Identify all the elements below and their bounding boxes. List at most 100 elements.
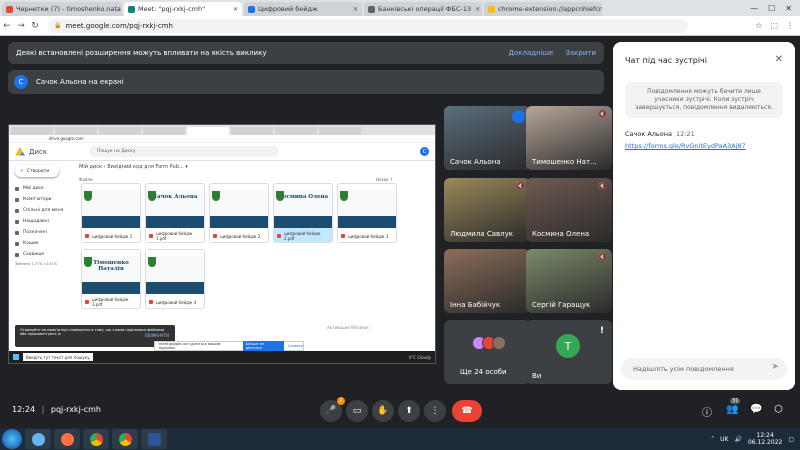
presenter-avatar: С xyxy=(14,75,28,89)
tab-label: chrome-extension://appcnhiefcnli xyxy=(498,5,602,13)
windows-activation-text: Активация Windows xyxy=(327,325,369,330)
participant-tile[interactable]: 🔇 Сергій Гаращук xyxy=(526,249,612,313)
chat-message-header: Сачок Альона 12:21 xyxy=(625,130,695,138)
file-caption: цифровий бейдж 2.pdf xyxy=(284,231,321,241)
reload-icon[interactable]: ↻ xyxy=(28,21,42,31)
meeting-time: 12:24 xyxy=(12,405,36,414)
taskbar-app-chrome-2[interactable] xyxy=(112,429,138,449)
drive-logo-icon xyxy=(15,147,25,156)
browser-tab[interactable]: Meet: "pqj-rxkj-cmh" ✕ xyxy=(124,2,242,16)
menu-icon[interactable]: ⋮ xyxy=(786,21,794,30)
participant-tile[interactable]: 🔇 Людмила Савлук xyxy=(444,178,530,242)
drive-sidebar: + Створити Мій диск Комп'ютери Спільні для … xyxy=(9,161,75,351)
banner-text: Деякі встановлені розширення можуть впли… xyxy=(16,49,267,57)
people-icon[interactable]: 👥 31 xyxy=(726,398,741,415)
tray-arrow-icon[interactable]: ˄ xyxy=(711,436,714,443)
forward-icon[interactable]: → xyxy=(14,21,28,31)
raise-hand-button[interactable]: ✋ xyxy=(372,400,394,422)
drive-user-avatar: С xyxy=(420,147,429,156)
drive-file-card: цифровий бейдж 3 xyxy=(337,183,397,243)
tab-label: Чернетки (7) - timoshenko.nata xyxy=(16,5,121,13)
camera-button[interactable]: ▭ xyxy=(346,400,368,422)
start-button[interactable] xyxy=(2,429,22,449)
more-options-button[interactable]: ⋮ xyxy=(424,400,446,422)
meeting-controls: 12:24 | pqj-rxkj-cmh 🎤 2 ▭ ✋ ⬆ ⋮ ☎ ⓘ 👥 31… xyxy=(0,396,800,426)
tab-close-icon[interactable]: ✕ xyxy=(229,6,238,13)
participant-name: Людмила Савлук xyxy=(450,230,513,238)
info-icon[interactable]: ⓘ xyxy=(702,404,712,419)
clock[interactable]: 12:24 06.12.2022 xyxy=(748,432,782,446)
mic-off-icon: 🔇 xyxy=(598,253,607,261)
shared-address-bar: drive.google.com xyxy=(9,135,435,143)
meeting-code: pqj-rxkj-cmh xyxy=(50,405,101,414)
chat-notice: Повідомлення можуть бачити лише учасники… xyxy=(625,82,783,118)
self-name: Ви xyxy=(532,372,542,380)
present-button[interactable]: ⬆ xyxy=(398,400,420,422)
taskbar-app-edge[interactable] xyxy=(25,429,51,449)
send-icon[interactable]: ➤ xyxy=(771,362,779,372)
self-avatar: Т xyxy=(556,334,580,358)
tab-close-icon[interactable]: ✕ xyxy=(121,6,122,13)
meeting-info: 12:24 | pqj-rxkj-cmh xyxy=(12,405,101,414)
back-icon[interactable]: ← xyxy=(0,21,14,31)
mic-icon: 🎤 xyxy=(325,406,337,416)
drive-files-header: Файли xyxy=(79,177,93,182)
others-tile[interactable]: Ще 24 особи xyxy=(444,320,530,384)
drive-sidebar-item: Кошик xyxy=(9,238,75,249)
url-text: meet.google.com/pqj-rxkj-cmh xyxy=(65,21,173,30)
others-avatars xyxy=(472,336,506,350)
drive-sidebar-item: Сховище xyxy=(9,249,75,260)
participant-name: Сачок Альона xyxy=(450,158,501,166)
leave-call-button[interactable]: ☎ xyxy=(452,400,482,422)
minimize-icon[interactable]: — xyxy=(750,4,758,13)
chat-icon[interactable]: 💬 xyxy=(750,404,762,415)
chat-message-input[interactable]: Надішліть усім повідомлення ➤ xyxy=(621,358,787,380)
others-label: Ще 24 особи xyxy=(460,368,507,376)
hangup-icon: ☎ xyxy=(461,406,473,416)
speaking-icon xyxy=(512,110,525,123)
taskbar-app-word[interactable] xyxy=(141,429,167,449)
browser-tab[interactable]: Банківські операції ФБС-13 ✕ xyxy=(364,2,482,16)
chat-panel: Чат під час зустрічі ✕ Повідомлення можу… xyxy=(613,42,795,390)
participant-tile[interactable]: 🔇 Космина Олена xyxy=(526,178,612,242)
extensions-icon[interactable]: ⬚ xyxy=(770,21,778,30)
participant-tile[interactable]: Сачок Альона xyxy=(444,106,530,170)
drive-breadcrumb: Мій диск › Вихідний код для Form Pub... … xyxy=(79,164,188,170)
notifications-icon[interactable]: ▢ xyxy=(788,436,794,443)
star-icon[interactable]: ☆ xyxy=(755,21,762,30)
url-field[interactable]: 🔒 meet.google.com/pqj-rxkj-cmh xyxy=(48,18,688,33)
volume-icon[interactable]: 🔊 xyxy=(734,436,741,443)
tab-favicon-icon xyxy=(248,5,255,13)
banner-details-link[interactable]: Докладніше xyxy=(509,49,554,57)
mic-off-icon: 🔇 xyxy=(516,182,525,190)
drive-sidebar-item: Нещодавні xyxy=(9,216,75,227)
presenter-text: Сачок Альона на екрані xyxy=(36,78,124,86)
tab-close-icon[interactable]: ✕ xyxy=(471,6,480,13)
participant-name: Сергій Гаращук xyxy=(532,301,591,309)
drive-sidebar-item: Позначені xyxy=(9,227,75,238)
taskbar-app-yandex[interactable] xyxy=(54,429,80,449)
language-indicator[interactable]: UK xyxy=(720,436,728,443)
taskbar-app-chrome[interactable] xyxy=(83,429,109,449)
maximize-icon[interactable]: ☐ xyxy=(768,4,775,13)
more-icon: ⋮ xyxy=(430,406,440,416)
tab-close-icon[interactable]: ✕ xyxy=(349,6,358,13)
self-tile[interactable]: ! Т Ви xyxy=(526,320,612,384)
drive-search-input: Пошук на Диску xyxy=(89,146,279,157)
browser-tab[interactable]: Чернетки (7) - timoshenko.nata✕ xyxy=(2,2,122,16)
browser-tab[interactable]: Цифровий бейдж ✕ xyxy=(244,2,362,16)
participant-tile[interactable]: Інна Бабійчук xyxy=(444,249,530,313)
activities-icon[interactable]: ⬡ xyxy=(774,404,783,415)
drive-file-card: цифровий бейдж 4 xyxy=(145,249,205,309)
participant-count: 31 xyxy=(730,398,741,404)
close-window-icon[interactable]: ✕ xyxy=(785,4,792,13)
mic-button[interactable]: 🎤 2 xyxy=(320,397,345,422)
chat-message-link[interactable]: https://forms.gle/RvGnitEydPaA3Aj87 xyxy=(625,142,746,150)
drive-file-card: цифровий бейдж 2 xyxy=(209,183,269,243)
participant-tile[interactable]: 🔇 Тимошенко Нат... xyxy=(526,106,612,170)
tab-label: Meet: "pqj-rxkj-cmh" xyxy=(138,5,206,13)
chat-input-placeholder: Надішліть усім повідомлення xyxy=(633,365,734,373)
chat-close-icon[interactable]: ✕ xyxy=(775,54,783,65)
browser-tab[interactable]: chrome-extension://appcnhiefcnli✕ xyxy=(484,2,602,16)
banner-close-link[interactable]: Закрити xyxy=(565,49,596,57)
